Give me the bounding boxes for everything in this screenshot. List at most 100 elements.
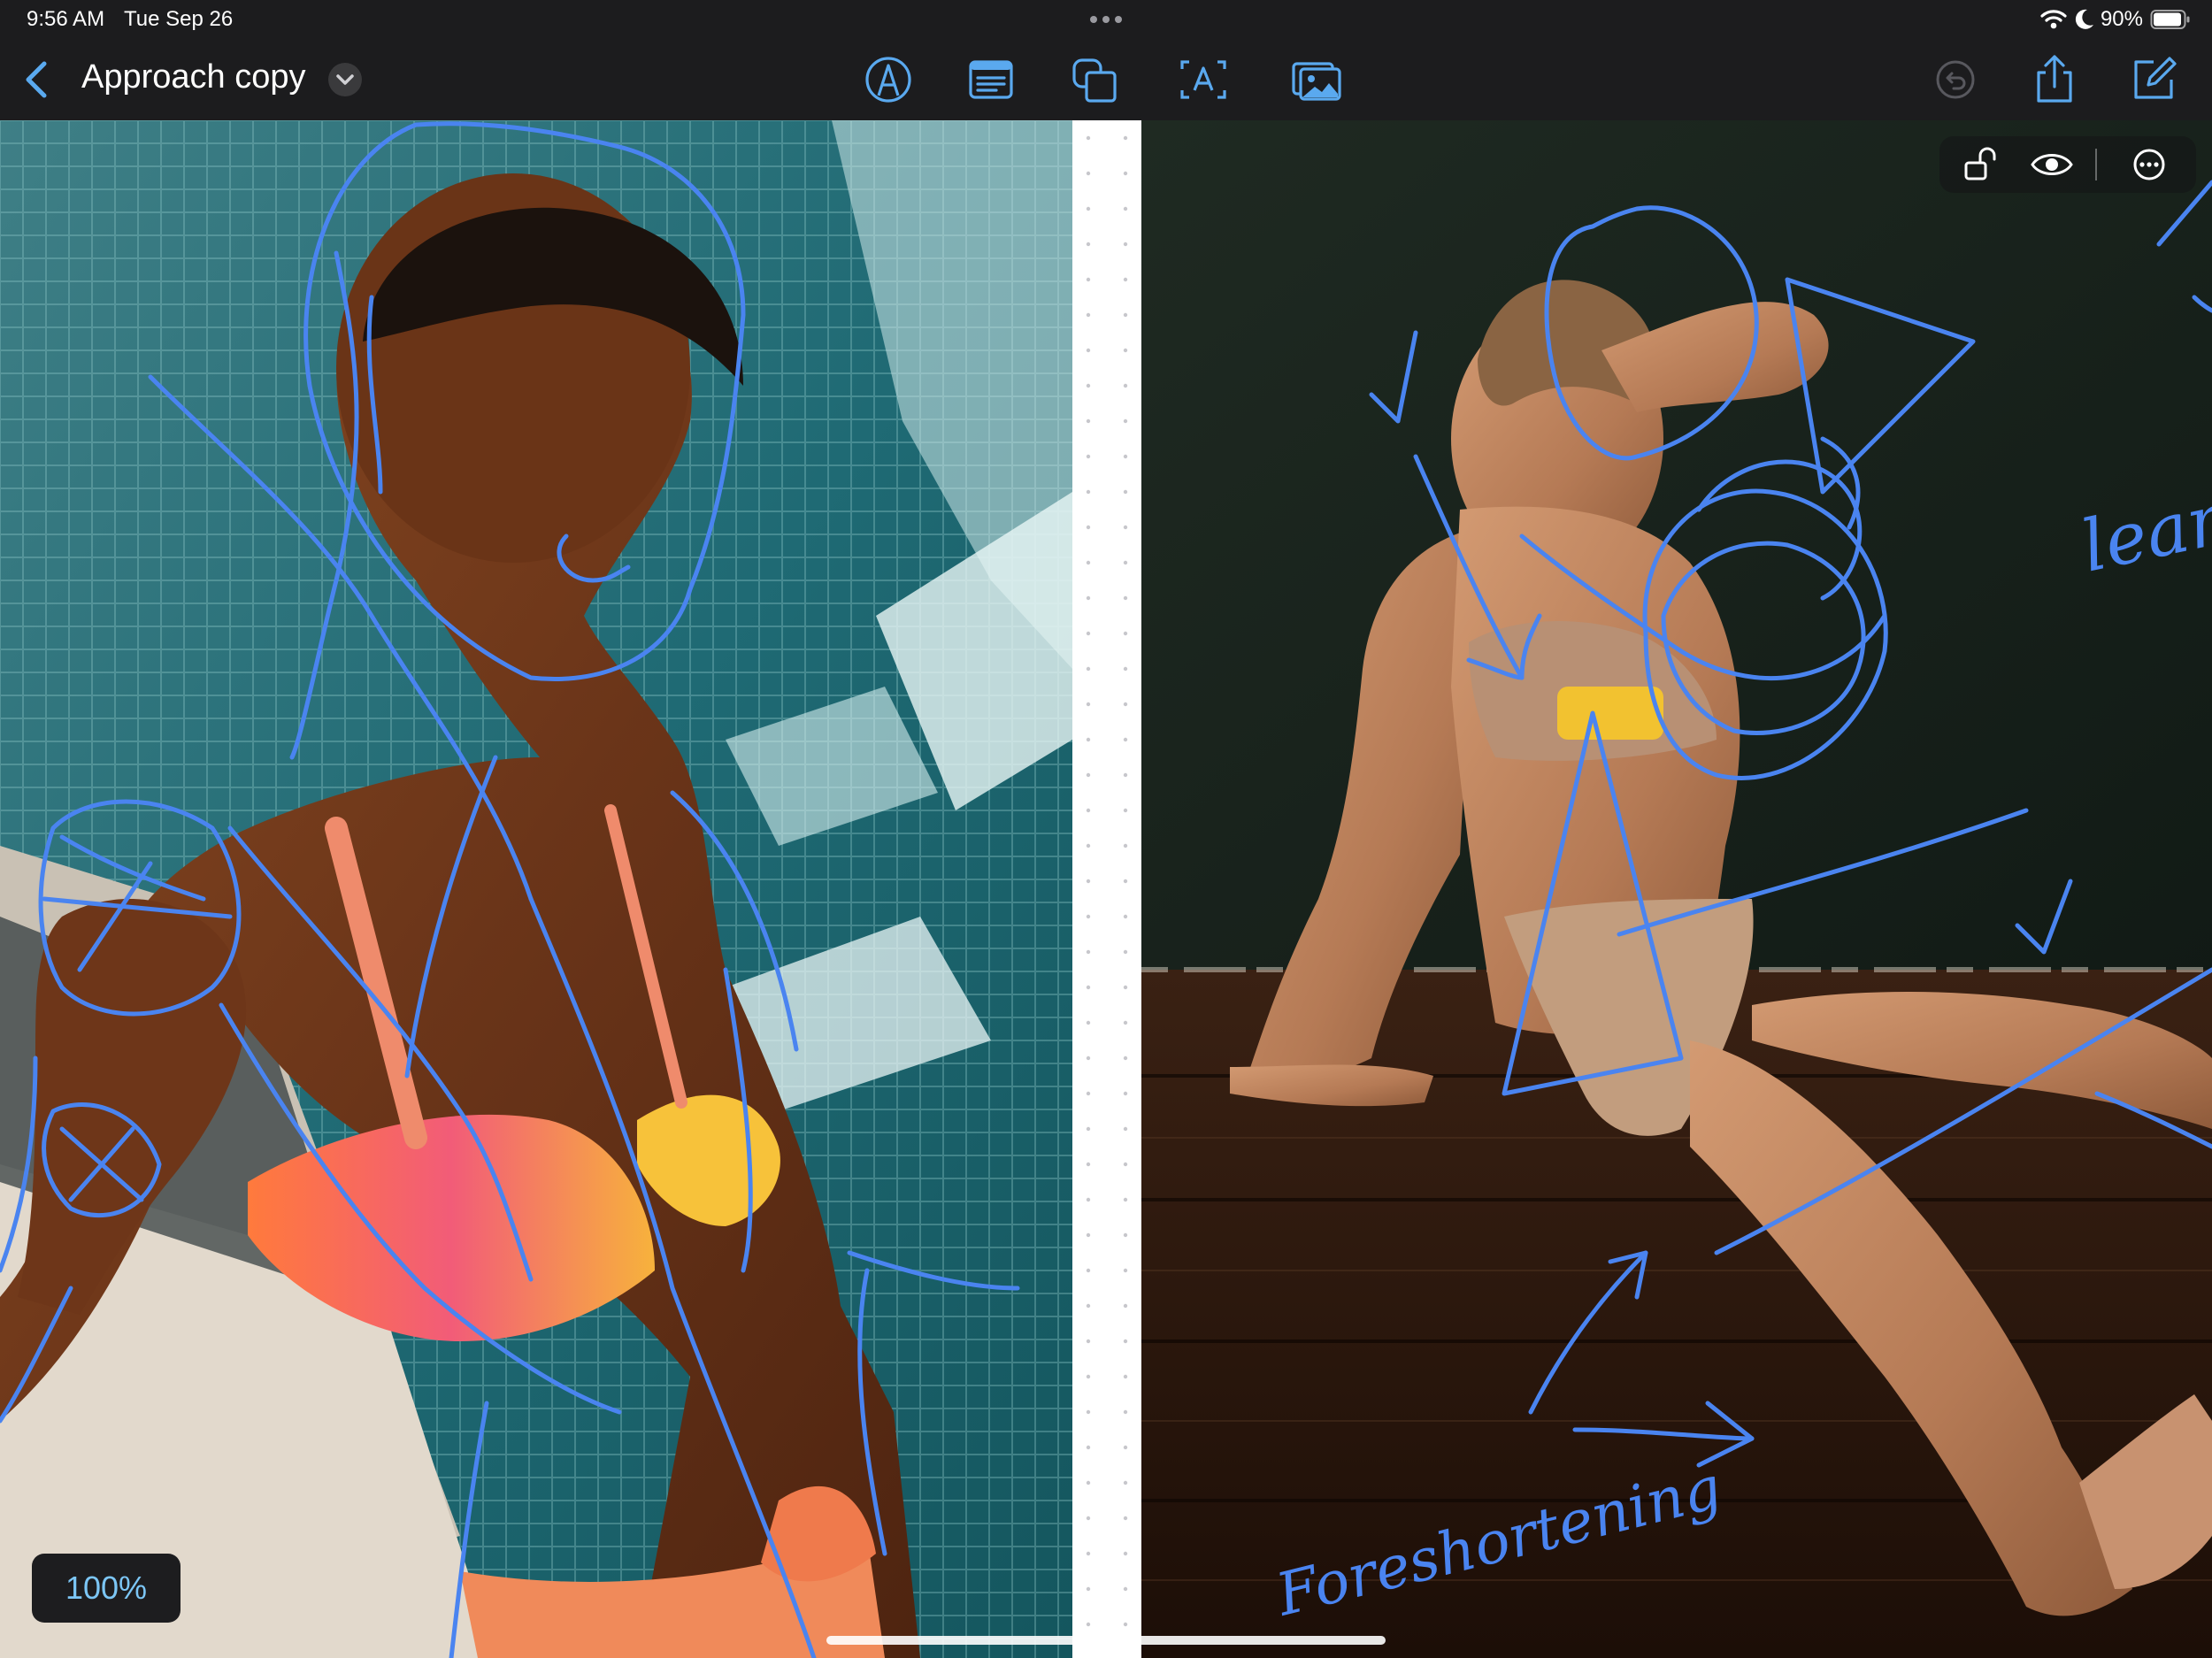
back-button[interactable] [16, 55, 58, 104]
undo-button[interactable] [1929, 53, 1982, 106]
drawing-canvas[interactable]: lean Foreshortening 100% [0, 120, 2212, 1658]
grid-dot [1123, 242, 1128, 247]
grid-dot [1123, 1445, 1128, 1450]
grid-dot [1086, 454, 1091, 459]
grid-dot [1123, 489, 1128, 495]
image-insert-icon [1290, 53, 1343, 106]
grid-dot [1086, 1339, 1091, 1344]
document-title[interactable]: Approach copy [81, 58, 306, 96]
compose-button[interactable] [2127, 53, 2180, 106]
grid-dot [1086, 1162, 1091, 1167]
grid-dot [1123, 206, 1128, 211]
pen-tool-button[interactable] [862, 53, 915, 106]
grid-dot [1086, 1091, 1091, 1096]
grid-dot [1086, 1232, 1091, 1238]
grid-dot [1086, 525, 1091, 530]
grid-dot [1123, 914, 1128, 919]
grid-dot [1086, 1126, 1091, 1132]
grid-dot [1086, 879, 1091, 884]
image-insert-button[interactable] [1290, 53, 1343, 106]
grid-dot [1123, 772, 1128, 778]
grid-dot [1123, 1162, 1128, 1167]
undo-icon [1929, 53, 1982, 106]
grid-dot [1123, 949, 1128, 955]
grid-dot [1086, 595, 1091, 601]
status-indicators: 90% [2040, 5, 2191, 34]
document-toolbar: Approach copy [0, 39, 2212, 120]
grid-dot [1086, 1303, 1091, 1309]
grid-dot [1086, 489, 1091, 495]
grid-dot [1123, 525, 1128, 530]
share-icon [2028, 53, 2081, 106]
compose-icon [2127, 53, 2180, 106]
grid-dot [1086, 1055, 1091, 1061]
ipad-screen: 9:56 AM Tue Sep 26 90% Approach copy lea… [0, 0, 2212, 1658]
grid-dot [1086, 666, 1091, 672]
text-box-icon [964, 53, 1018, 106]
grid-dot [1123, 666, 1128, 672]
chevron-left-icon [16, 55, 58, 104]
grid-dot [1086, 1445, 1091, 1450]
grid-dot [1086, 1020, 1091, 1025]
grid-dot [1086, 737, 1091, 742]
grid-dot [1086, 348, 1091, 353]
moon-icon [2074, 8, 2095, 31]
grid-dot [1123, 1197, 1128, 1202]
grid-dot [1086, 1516, 1091, 1521]
grid-dot [1123, 1232, 1128, 1238]
home-indicator[interactable] [826, 1636, 1386, 1645]
zoom-level-badge[interactable]: 100% [32, 1554, 180, 1623]
grid-dot [1086, 560, 1091, 565]
status-bar: 9:56 AM Tue Sep 26 90% [0, 0, 2212, 39]
grid-dot [1123, 1409, 1128, 1415]
grid-dot [1123, 631, 1128, 636]
grid-dot [1123, 1374, 1128, 1379]
more-options-button[interactable] [2125, 142, 2173, 188]
unlock-icon [1957, 142, 2005, 188]
grid-dot [1086, 418, 1091, 424]
grid-dot [1123, 171, 1128, 176]
grid-dot [1086, 631, 1091, 636]
grid-dot [1123, 879, 1128, 884]
share-button[interactable] [2028, 53, 2081, 106]
grid-dot [1123, 1516, 1128, 1521]
photo-left-art [0, 120, 1072, 1658]
wifi-icon [2040, 8, 2067, 31]
grid-dot [1086, 772, 1091, 778]
shapes-button[interactable] [1069, 53, 1122, 106]
grid-dot [1123, 383, 1128, 388]
grid-dot [1086, 949, 1091, 955]
text-box-button[interactable] [964, 53, 1018, 106]
visibility-toggle-button[interactable] [2028, 142, 2076, 188]
battery-icon [2150, 9, 2191, 30]
grid-dot [1086, 702, 1091, 707]
grid-dot [1086, 1409, 1091, 1415]
grid-dot [1086, 1586, 1091, 1592]
grid-dot [1123, 737, 1128, 742]
grid-dot [1123, 454, 1128, 459]
grid-dot [1123, 1480, 1128, 1485]
grid-dot [1086, 1622, 1091, 1627]
grid-dot [1123, 1268, 1128, 1273]
grid-dot [1123, 985, 1128, 990]
grid-dot [1123, 1586, 1128, 1592]
grid-dot [1123, 1020, 1128, 1025]
multitasking-dots-icon[interactable] [1087, 11, 1125, 28]
grid-dot [1123, 560, 1128, 565]
grid-dot [1123, 1055, 1128, 1061]
lock-toggle-button[interactable] [1957, 142, 2005, 188]
grid-dot [1086, 985, 1091, 990]
grid-dot [1086, 1197, 1091, 1202]
reference-photo-left[interactable] [0, 120, 1072, 1658]
grid-dot [1123, 418, 1128, 424]
text-insert-button[interactable] [1177, 53, 1230, 106]
grid-dot [1086, 242, 1091, 247]
grid-dot [1086, 206, 1091, 211]
grid-dot [1086, 808, 1091, 813]
grid-dot [1123, 312, 1128, 318]
reference-photo-right[interactable] [1141, 120, 2212, 1658]
text-insert-icon [1177, 53, 1230, 106]
grid-dot [1086, 171, 1091, 176]
title-menu-button[interactable] [327, 62, 363, 97]
grid-dot [1086, 1480, 1091, 1485]
